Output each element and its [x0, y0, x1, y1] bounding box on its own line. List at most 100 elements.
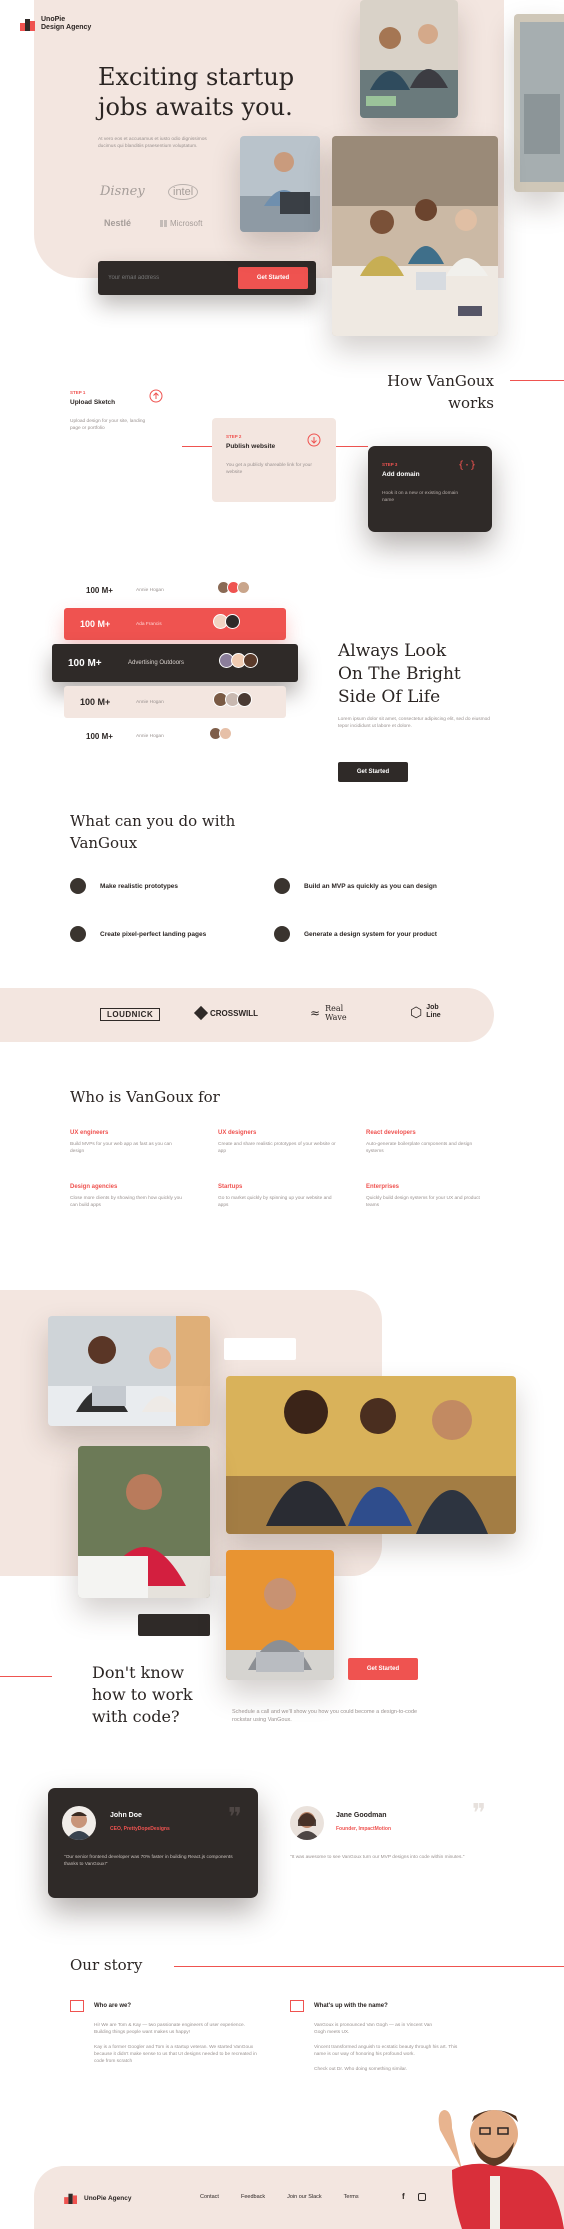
code-rule — [0, 1676, 52, 1677]
partner-logo-label: Job Line — [426, 1004, 441, 1019]
logo-mark-icon — [20, 19, 35, 31]
avatar — [290, 1806, 324, 1840]
step-card-2: STEP 2 Publish website You get a publicl… — [212, 418, 336, 502]
footer-brand-name: UnoPie Agency — [84, 2194, 132, 2202]
audience-item: React developers Auto-generate boilerpla… — [366, 1130, 486, 1155]
story-subtitle: Who are we? — [94, 2003, 132, 2009]
testimonial-name: Jane Goodman — [336, 1812, 387, 1819]
how-title-line: How VanGoux — [387, 372, 494, 390]
crosswill-mark-icon — [193, 1005, 209, 1021]
avatar — [243, 653, 258, 668]
quote-icon: ❞ — [472, 1798, 486, 1828]
step-connector — [182, 446, 212, 447]
client-logo-microsoft: Microsoft — [160, 219, 202, 228]
testimonial-card-dark: John Doe CEO, PrettyDopeDesigns ❞ "Our s… — [48, 1788, 258, 1898]
how-title-line: works — [448, 394, 494, 412]
how-title: How VanGoux works — [360, 370, 494, 414]
brand-logo[interactable]: UnoPie Design Agency — [20, 16, 91, 32]
client-logos: Disney intel Nestlé Microsoft — [98, 182, 208, 236]
audience-text: Create and share realistic prototypes of… — [218, 1142, 336, 1154]
logo-mark-icon — [64, 2193, 77, 2204]
code-title: Don't know how to work with code? — [92, 1662, 193, 1728]
audience-item: Design agencies Close more clients by sh… — [70, 1184, 190, 1209]
audience-item: Startups Go to market quickly by spinnin… — [218, 1184, 338, 1209]
client-logo-nestle: Nestlé — [104, 218, 132, 228]
stat-value: 100 M+ — [80, 619, 111, 629]
mvp-icon — [274, 878, 290, 894]
upload-icon — [149, 389, 163, 403]
feature-label: Generate a design system for your produc… — [304, 930, 437, 938]
stat-value: 100 M+ — [86, 731, 113, 741]
what-title: What can you do with VanGoux — [70, 810, 235, 854]
partner-logo-loudnick: LOUDNICK — [100, 1008, 161, 1021]
code-get-started-button[interactable]: Get Started — [348, 1658, 418, 1680]
footer-brand[interactable]: UnoPie Agency — [64, 2192, 131, 2204]
story-paragraph: Check out Dr. Who doing something simila… — [314, 2067, 408, 2072]
bright-get-started-button[interactable]: Get Started — [338, 762, 408, 782]
stat-value: 100 M+ — [80, 697, 111, 707]
collage-photo-woman-laptop — [226, 1550, 334, 1680]
facebook-icon[interactable]: f — [402, 2192, 405, 2201]
partners-band: LOUDNICK CROSSWILL ≈ Real Wave ⬡ Job Lin… — [0, 988, 494, 1042]
avatar-group — [213, 614, 240, 634]
code-title-line: Don't know — [92, 1663, 185, 1682]
quote-icon: ❞ — [228, 1802, 242, 1832]
what-title-line: VanGoux — [70, 834, 138, 852]
dark-label-block — [138, 1614, 210, 1636]
footer-link-terms[interactable]: Terms — [344, 2194, 359, 2200]
audience-title: Design agencies — [70, 1184, 118, 1190]
instagram-icon[interactable] — [418, 2193, 426, 2201]
stat-name: Annie Hogan — [136, 733, 164, 739]
avatar — [62, 1806, 96, 1840]
story-paragraph: Hi! We are Tom & Kay — two passionate en… — [94, 2023, 246, 2035]
avatar-group — [217, 581, 250, 599]
bright-title-line: Side Of Life — [338, 687, 441, 707]
audience-text: Auto-generate boilerplate components and… — [366, 1142, 473, 1154]
feature-item: Generate a design system for your produc… — [274, 926, 437, 942]
avatar — [237, 581, 250, 594]
avatar-group — [219, 653, 258, 673]
stat-value: 100 M+ — [86, 585, 113, 595]
bright-title-line: Always Look — [338, 641, 447, 661]
stat-value: 100 M+ — [68, 657, 102, 669]
footer-link-feedback[interactable]: Feedback — [241, 2194, 265, 2200]
story-column-who: Who are we? Hi! We are Tom & Kay — two p… — [70, 2000, 260, 2065]
step-text: Hook it on a new or existing domain name — [382, 491, 458, 503]
collage-photo-woman-red — [78, 1446, 210, 1598]
feature-label: Build an MVP as quickly as you can desig… — [304, 882, 437, 890]
client-logo-label: Microsoft — [170, 219, 203, 228]
testimonial-card-light: Jane Goodman Founder, ImpactMotion ❞ "It… — [290, 1800, 486, 1890]
step-connector — [336, 446, 368, 447]
stat-name: Annie Hogan — [136, 587, 164, 593]
audience-text: Go to market quickly by spinning up your… — [218, 1196, 332, 1208]
email-input[interactable] — [108, 271, 228, 285]
client-logo-disney: Disney — [100, 184, 145, 199]
design-system-icon — [274, 926, 290, 942]
sketch-icon — [70, 2000, 84, 2012]
publish-icon — [307, 433, 321, 447]
story-rule — [174, 1966, 564, 1967]
what-title-line: What can you do with — [70, 812, 236, 830]
hero-photo-side — [514, 14, 564, 192]
avatar-group — [209, 727, 232, 745]
partner-logo-label: Real Wave — [325, 1004, 347, 1022]
hero-photo-meeting — [332, 136, 498, 336]
who-title: Who is VanGoux for — [70, 1088, 220, 1106]
partner-logo-realwave: ≈ Real Wave — [310, 1004, 353, 1022]
hero-photo-man-laptop — [240, 136, 320, 232]
footer-link-slack[interactable]: Join our Slack — [287, 2194, 322, 2200]
story-paragraph: Vincent transformed anguish to ecstatic … — [314, 2045, 458, 2057]
avatar — [225, 614, 240, 629]
partner-logo-label: CROSSWILL — [210, 1008, 258, 1018]
audience-title: Enterprises — [366, 1184, 400, 1190]
testimonial-quote: "It was awesome to see VanGoux turn our … — [290, 1855, 465, 1860]
step-text: You get a publicly shareable link for yo… — [226, 463, 312, 475]
story-paragraph: Kay is a former Googler and Tom is a sta… — [94, 2045, 257, 2064]
audience-title: Startups — [218, 1184, 243, 1190]
brand-subtitle: Design Agency — [41, 24, 92, 31]
brand-name: UnoPie — [41, 16, 66, 23]
get-started-button[interactable]: Get Started — [238, 267, 308, 289]
audience-title: UX designers — [218, 1130, 257, 1136]
code-text: Schedule a call and we'll show you how y… — [232, 1709, 418, 1723]
footer-link-contact[interactable]: Contact — [200, 2194, 219, 2200]
